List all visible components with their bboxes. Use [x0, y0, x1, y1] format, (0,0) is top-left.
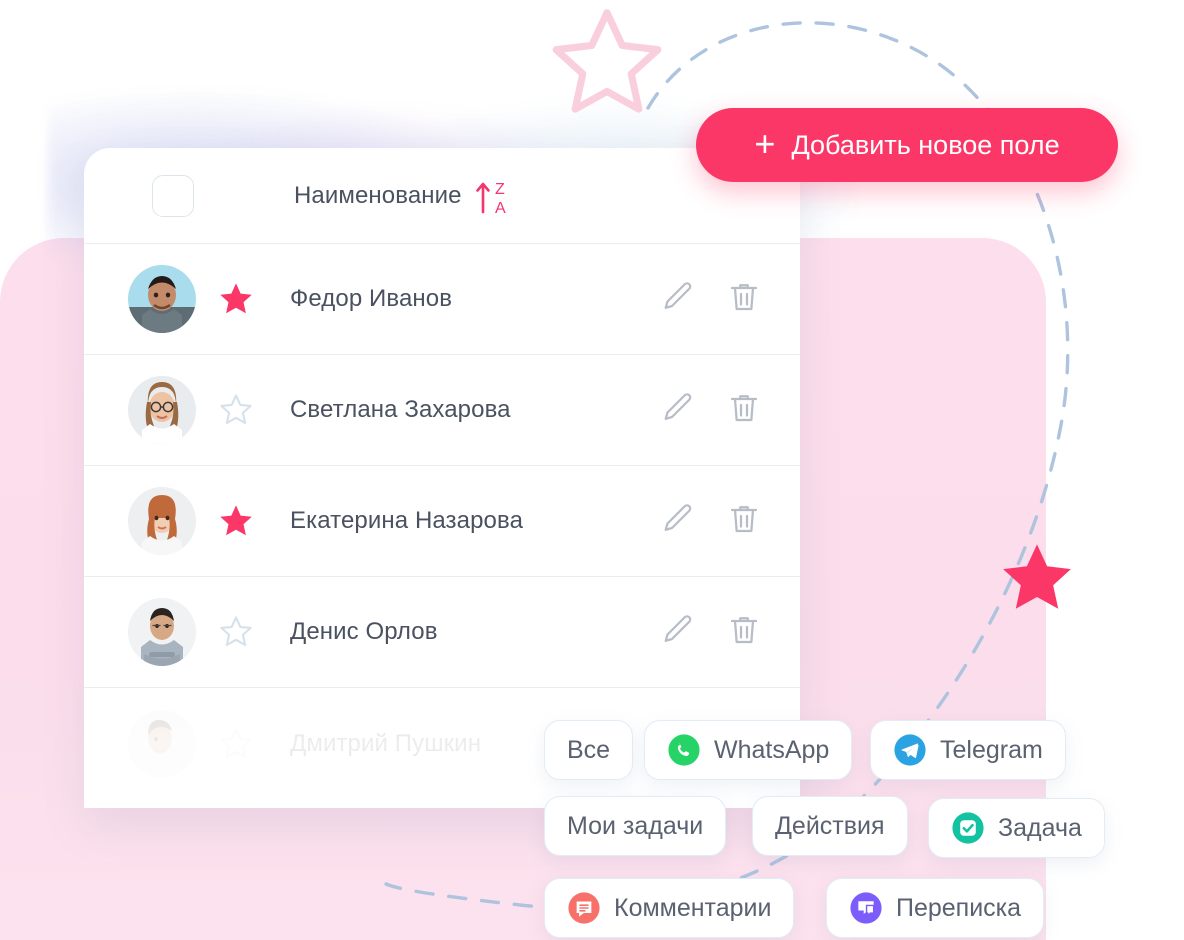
chip-label: Задача — [998, 813, 1082, 842]
row-actions — [660, 501, 762, 542]
trash-delete-icon[interactable] — [726, 612, 762, 653]
svg-text:A: A — [495, 200, 506, 216]
star-outline-white — [552, 9, 662, 113]
contacts-table-card: Наименование Z A Федор Иванов Светлана З… — [84, 148, 800, 808]
svg-text:Z: Z — [495, 181, 505, 198]
star-icon[interactable] — [204, 726, 268, 762]
chip-comments[interactable]: Комментарии — [544, 878, 795, 938]
pencil-edit-icon[interactable] — [660, 501, 696, 542]
pencil-edit-icon[interactable] — [660, 390, 696, 431]
star-icon[interactable] — [204, 281, 268, 317]
contact-name: Дмитрий Пушкин — [290, 729, 482, 757]
star-filled-pink — [1003, 544, 1071, 609]
star-icon[interactable] — [204, 392, 268, 428]
chip-telegram[interactable]: Telegram — [870, 720, 1066, 780]
trash-delete-icon[interactable] — [726, 390, 762, 431]
chip-chat[interactable]: Переписка — [826, 878, 1045, 938]
table-header-row: Наименование Z A — [84, 148, 800, 244]
chip-whatsapp[interactable]: WhatsApp — [644, 720, 853, 780]
chip-label: Комментарии — [614, 893, 772, 922]
row-actions — [660, 279, 762, 320]
chip-label: Переписка — [896, 893, 1022, 922]
table-row[interactable]: Екатерина Назарова — [84, 466, 800, 577]
avatar — [128, 598, 196, 666]
avatar — [128, 265, 196, 333]
chip-actions[interactable]: Действия — [752, 796, 908, 856]
table-row[interactable]: Светлана Захарова — [84, 355, 800, 466]
chip-label: Все — [567, 735, 611, 764]
row-actions — [660, 390, 762, 431]
sort-za-ascending-icon[interactable]: Z A — [474, 176, 512, 216]
column-header-name: Наименование — [294, 181, 462, 209]
comment-icon — [567, 891, 601, 925]
select-all-checkbox[interactable] — [152, 174, 194, 217]
table-row[interactable]: Федор Иванов — [84, 244, 800, 355]
contact-name: Екатерина Назарова — [290, 507, 524, 534]
star-icon[interactable] — [204, 503, 268, 539]
chat-icon — [849, 891, 883, 925]
row-actions — [660, 612, 762, 653]
chip-my-tasks[interactable]: Мои задачи — [544, 796, 727, 856]
chip-label: WhatsApp — [714, 735, 830, 764]
trash-delete-icon[interactable] — [726, 279, 762, 320]
contact-name: Светлана Захарова — [290, 396, 511, 423]
screenshot-root: Наименование Z A Федор Иванов Светлана З… — [0, 0, 1184, 940]
star-icon[interactable] — [204, 614, 268, 650]
add-new-field-button[interactable]: + Добавить новое поле — [696, 108, 1118, 182]
pencil-edit-icon[interactable] — [660, 612, 696, 653]
plus-icon: + — [754, 122, 776, 164]
whatsapp-icon — [667, 733, 701, 767]
avatar — [128, 376, 196, 444]
chip-task[interactable]: Задача — [928, 798, 1105, 858]
contact-name: Федор Иванов — [290, 285, 453, 312]
task-check-icon — [951, 811, 985, 845]
trash-delete-icon[interactable] — [726, 501, 762, 542]
chip-label: Мои задачи — [567, 811, 704, 840]
chip-all[interactable]: Все — [544, 720, 634, 780]
table-row[interactable]: Денис Орлов — [84, 577, 800, 688]
avatar — [128, 487, 196, 555]
pencil-edit-icon[interactable] — [660, 279, 696, 320]
avatar — [128, 709, 196, 778]
telegram-icon — [893, 733, 927, 767]
chip-label: Действия — [775, 811, 885, 840]
chip-label: Telegram — [940, 735, 1043, 764]
add-new-field-label: Добавить новое поле — [791, 129, 1060, 160]
contact-name: Денис Орлов — [290, 618, 438, 645]
